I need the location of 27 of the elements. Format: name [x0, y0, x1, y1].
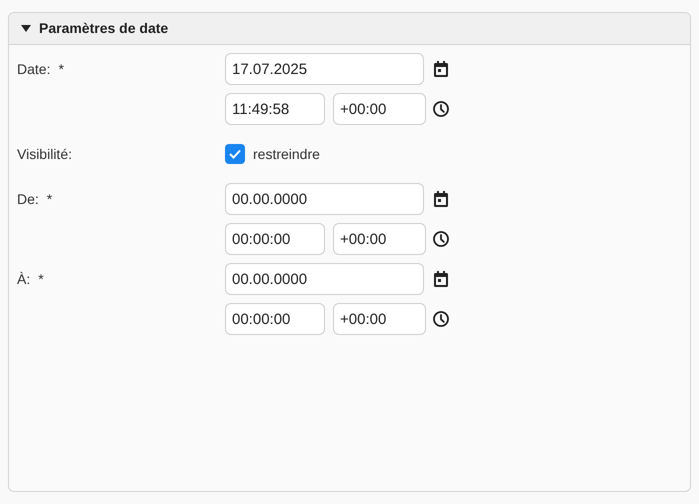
time-field[interactable]: 00:00:00 [225, 303, 325, 335]
clock-icon[interactable] [433, 101, 449, 117]
calendar-icon[interactable] [434, 191, 448, 207]
required-mark: * [46, 190, 52, 208]
checkmark-icon [229, 149, 241, 159]
panel-header[interactable]: Paramètres de date [9, 13, 690, 45]
time-field[interactable]: 11:49:58 [225, 93, 325, 125]
field-label: Visibilité: [17, 144, 72, 164]
checkbox-label: restreindre [253, 144, 320, 164]
required-mark: * [38, 270, 44, 288]
clock-icon[interactable] [433, 311, 449, 327]
field-label: De: [17, 190, 39, 208]
date-field[interactable]: 00.00.0000 [225, 183, 424, 215]
time-field[interactable]: 00:00:00 [225, 223, 325, 255]
date-field[interactable]: 00.00.0000 [225, 263, 424, 295]
date-field[interactable]: 17.07.2025 [225, 53, 424, 85]
checkbox[interactable] [225, 144, 245, 164]
required-mark: * [58, 60, 64, 78]
timezone-field[interactable]: +00:00 [333, 223, 426, 255]
clock-icon[interactable] [433, 231, 449, 247]
timezone-field[interactable]: +00:00 [333, 93, 426, 125]
panel-title: Paramètres de date [39, 19, 168, 38]
timezone-field[interactable]: +00:00 [333, 303, 426, 335]
calendar-icon[interactable] [434, 61, 448, 77]
field-label: À: [17, 270, 30, 288]
field-label: Date: [17, 60, 50, 78]
calendar-icon[interactable] [434, 271, 448, 287]
